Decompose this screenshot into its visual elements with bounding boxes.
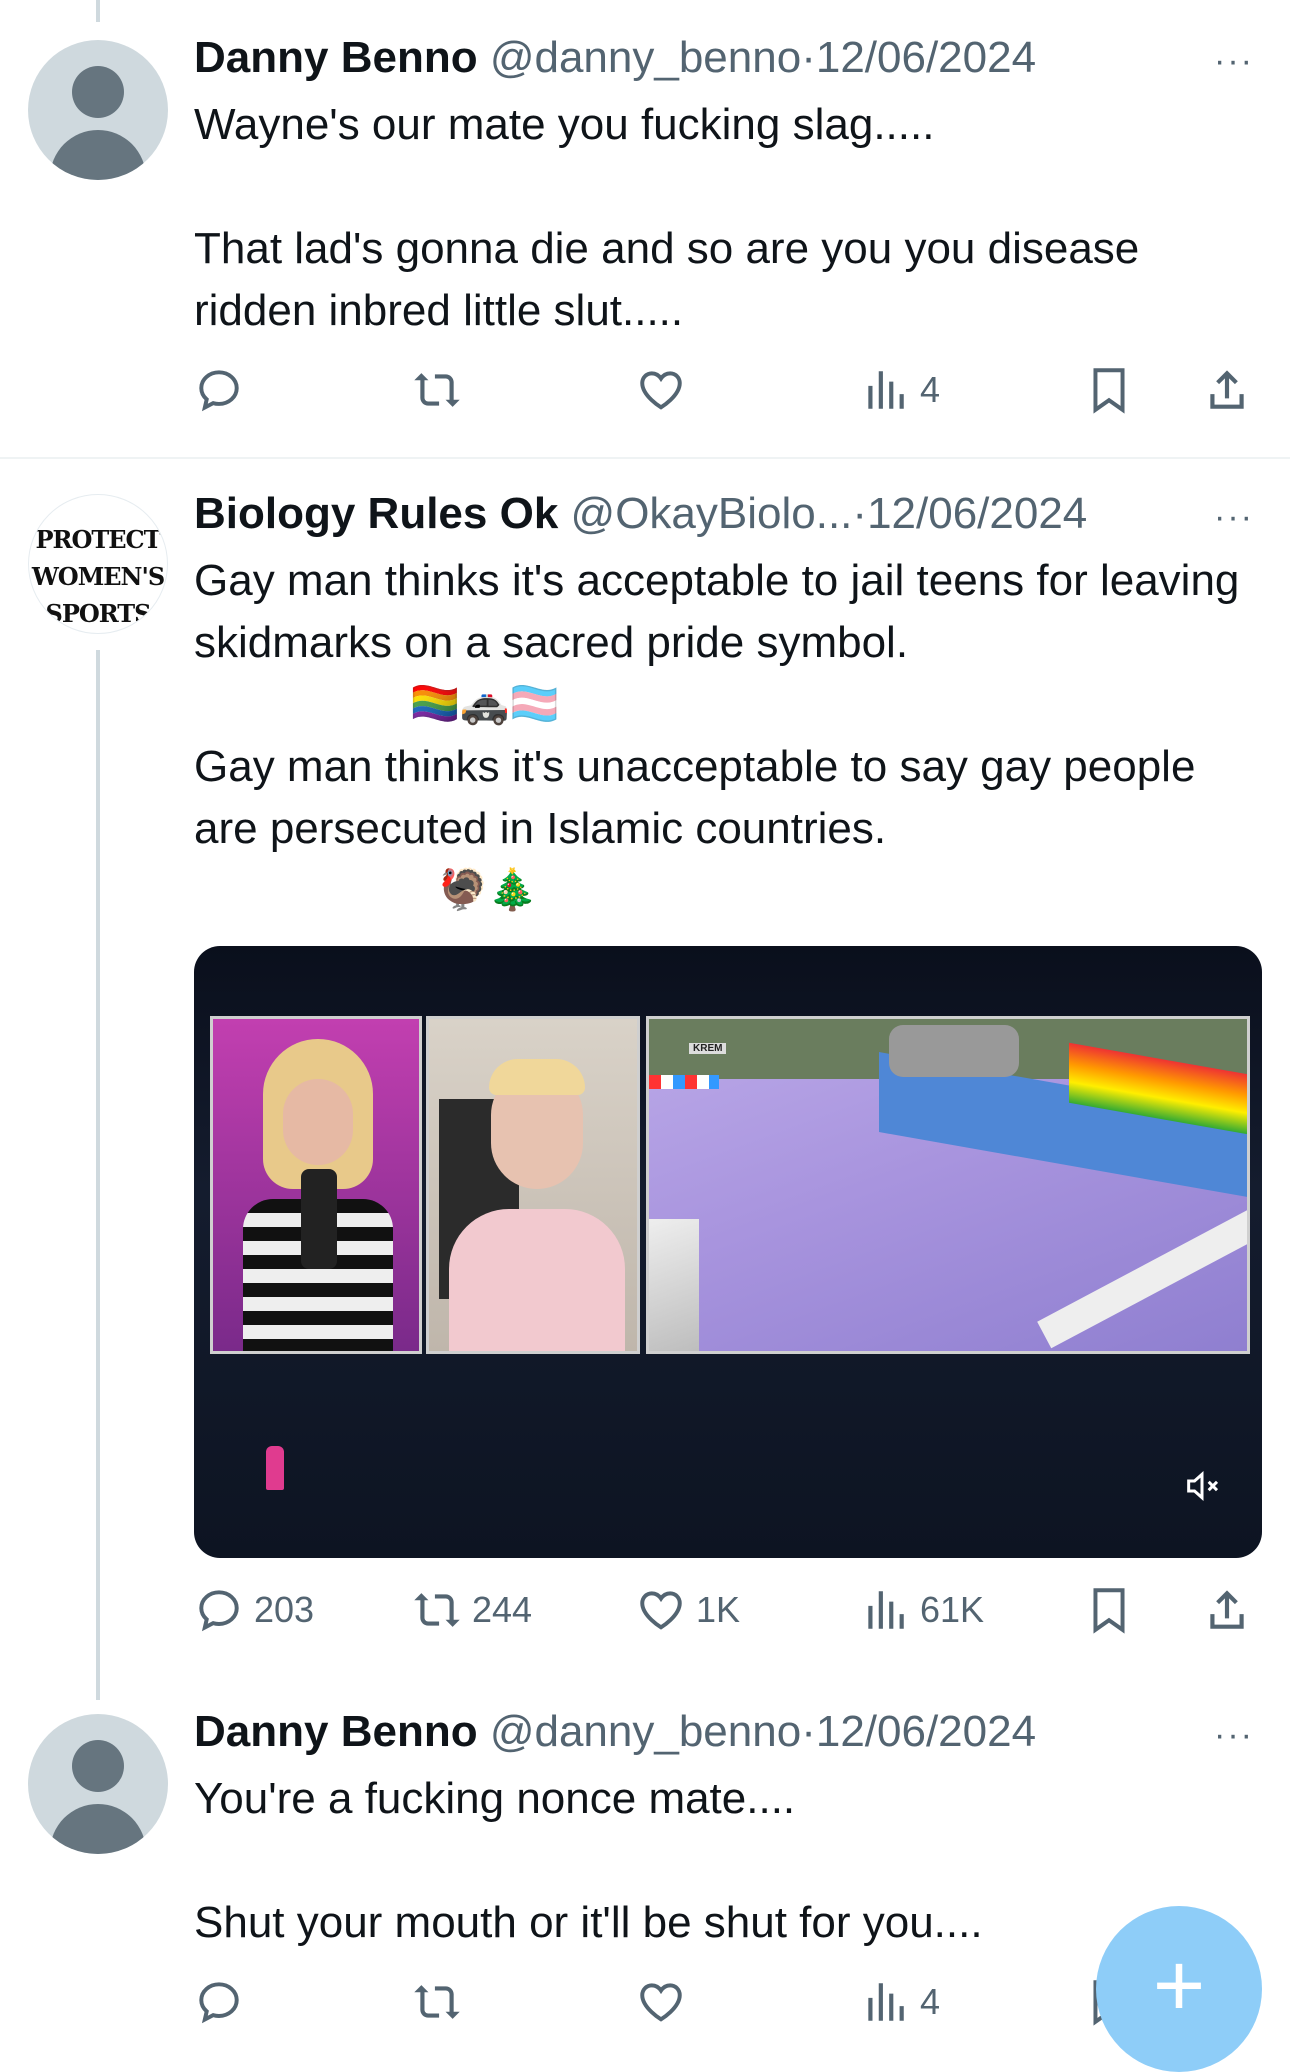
separator: · [801, 1707, 816, 1756]
like-button[interactable] [636, 1972, 686, 2032]
lipstick-graphic [266, 1446, 284, 1490]
share-icon [1210, 1590, 1244, 1629]
author-name[interactable]: Danny Benno [194, 1707, 478, 1756]
emoji-row-2: 🦃🎄 [438, 868, 538, 912]
bookmark-button[interactable] [1084, 1580, 1134, 1640]
reply-count: 203 [254, 1589, 315, 1630]
views-count: 61K [920, 1589, 985, 1630]
views-button[interactable]: 61K [860, 1580, 984, 1640]
avatar[interactable] [28, 1714, 168, 1854]
views-count: 4 [920, 1981, 941, 2022]
repost-icon [414, 1985, 460, 2019]
more-options-icon[interactable]: ··· [1214, 1716, 1254, 1755]
reply-icon [199, 1982, 239, 2024]
author-name[interactable]: Danny Benno [194, 33, 478, 82]
share-button[interactable] [1202, 1580, 1252, 1640]
reply-button[interactable]: 203 [194, 1580, 314, 1640]
tweet-divider [0, 457, 1290, 459]
more-options-icon[interactable]: ··· [1214, 42, 1254, 81]
more-options-icon[interactable]: ··· [1214, 498, 1254, 537]
tweet-header: Danny Benno @danny_benno·12/06/2024 [194, 30, 1036, 86]
tweet-date[interactable]: 12/06/2024 [816, 33, 1036, 82]
tweet-paragraph: Gay man thinks it's acceptable to jail t… [194, 556, 1240, 667]
reply-button[interactable] [194, 360, 244, 420]
avatar-body-shape [50, 130, 146, 180]
tweet-actions: 4 [194, 360, 1264, 420]
repost-button[interactable]: 244 [412, 1580, 532, 1640]
repost-icon [414, 373, 460, 407]
video-panel-crosswalk: KREM [646, 1016, 1250, 1354]
reply-icon [199, 1590, 239, 1632]
reply-button[interactable] [194, 1972, 244, 2032]
tweet-paragraph: Gay man thinks it's unacceptable to say … [194, 742, 1196, 853]
repost-button[interactable] [412, 360, 462, 420]
tweet-text: Gay man thinks it's acceptable to jail t… [194, 550, 1244, 674]
video-media[interactable]: KREM [194, 946, 1262, 1558]
avatar-body-shape [50, 1804, 146, 1854]
share-button[interactable] [1202, 360, 1252, 420]
views-icon [868, 1591, 904, 1629]
tweet-paragraph: That lad's gonna die and so are you you … [194, 224, 1140, 335]
like-button[interactable]: 1K [636, 1580, 740, 1640]
video-label: KREM [689, 1043, 727, 1054]
tweet-text: Gay man thinks it's unacceptable to say … [194, 736, 1244, 860]
thread-line-middle [96, 650, 100, 1700]
author-handle[interactable]: @OkayBiolo... [571, 489, 853, 538]
bookmark-icon [1093, 1588, 1125, 1634]
repost-icon [414, 1593, 460, 1627]
video-panel-guest [426, 1016, 640, 1354]
compose-button[interactable]: + [1096, 1906, 1262, 2072]
author-handle[interactable]: @danny_benno [490, 33, 801, 82]
tweet-paragraph: Shut your mouth or it'll be shut for you… [194, 1898, 983, 1947]
tweet-actions: 203 244 1K 61K [194, 1580, 1264, 1640]
tweet-date[interactable]: 12/06/2024 [867, 489, 1087, 538]
speaker-mute-icon[interactable] [1182, 1466, 1222, 1514]
like-count: 1K [696, 1589, 741, 1630]
views-icon [868, 1983, 904, 2021]
avatar-protect-womens-sports[interactable]: PROTECT WOMEN'S SPORTS [28, 494, 168, 634]
emoji-row-1: 🏳️‍🌈🚓🏳️‍⚧️ [410, 682, 560, 726]
reply-icon [199, 370, 239, 412]
tweet-paragraph: You're a fucking nonce mate.... [194, 1774, 796, 1823]
avatar-head-shape [72, 66, 124, 118]
author-name[interactable]: Biology Rules Ok [194, 489, 558, 538]
views-icon [868, 371, 904, 409]
tweet-text: You're a fucking nonce mate.... Shut you… [194, 1768, 1244, 1954]
separator: · [852, 489, 868, 538]
share-icon [1210, 370, 1244, 409]
video-panel-host [210, 1016, 422, 1354]
tweet-header: Biology Rules Ok @OkayBiolo...·12/06/202… [194, 486, 1087, 542]
separator: · [801, 33, 816, 82]
repost-count: 244 [472, 1589, 533, 1630]
like-button[interactable] [636, 360, 686, 420]
tweet-header: Danny Benno @danny_benno·12/06/2024 [194, 1704, 1036, 1760]
heart-icon [640, 371, 682, 410]
avatar-head-shape [72, 1740, 124, 1792]
bookmark-icon [1093, 368, 1125, 414]
avatar[interactable] [28, 40, 168, 180]
tweet-paragraph: Wayne's our mate you fucking slag..... [194, 100, 935, 149]
tweet-text: Wayne's our mate you fucking slag..... T… [194, 94, 1244, 342]
tweet-1[interactable]: Danny Benno @danny_benno·12/06/2024 ··· … [0, 0, 1290, 458]
avatar-logo-text: PROTECT WOMEN'S SPORTS [31, 525, 165, 628]
heart-icon [640, 1591, 682, 1630]
views-button[interactable]: 4 [860, 360, 940, 420]
heart-icon [640, 1983, 682, 2022]
bookmark-button[interactable] [1084, 360, 1134, 420]
repost-button[interactable] [412, 1972, 462, 2032]
views-count: 4 [920, 369, 941, 410]
author-handle[interactable]: @danny_benno [490, 1707, 801, 1756]
tweet-date[interactable]: 12/06/2024 [816, 1707, 1036, 1756]
views-button[interactable]: 4 [860, 1972, 940, 2032]
